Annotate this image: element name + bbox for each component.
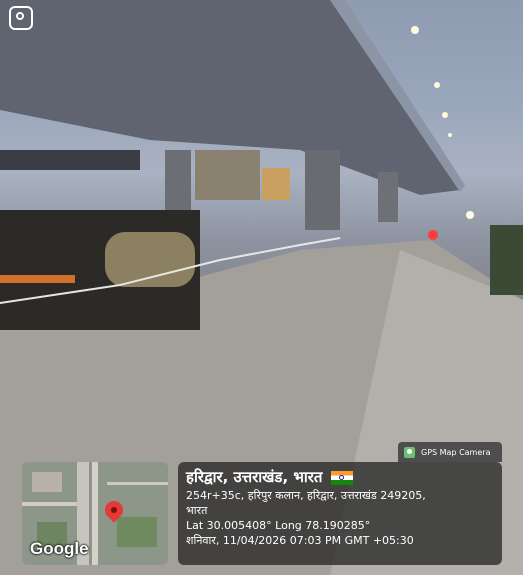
india-flag-icon bbox=[330, 470, 353, 485]
trees bbox=[490, 225, 523, 295]
google-logo: Google bbox=[30, 539, 89, 558]
street-light bbox=[411, 26, 419, 34]
datetime: शनिवार, 11/04/2026 07:03 PM GMT +05:30 bbox=[186, 534, 414, 547]
street-light bbox=[434, 82, 440, 88]
roller-drum bbox=[105, 232, 195, 287]
building bbox=[195, 150, 260, 200]
street-light bbox=[442, 112, 448, 118]
vehicle-taillight bbox=[428, 230, 438, 240]
camera-toggle-icon[interactable] bbox=[9, 6, 33, 30]
gps-map-camera-badge: GPS Map Camera bbox=[398, 442, 502, 462]
street-light bbox=[448, 133, 452, 137]
headlight bbox=[466, 211, 474, 219]
coordinates: Lat 30.005408° Long 78.190285° bbox=[186, 519, 371, 532]
pillar bbox=[165, 150, 191, 220]
pillar bbox=[378, 172, 398, 222]
address-line-2: भारत bbox=[186, 504, 208, 517]
shelter-roof bbox=[0, 150, 140, 170]
gps-map-camera-label: GPS Map Camera bbox=[421, 447, 491, 457]
building-lit bbox=[262, 168, 290, 200]
gps-map-camera-icon bbox=[404, 446, 415, 458]
map-thumbnail: Google bbox=[22, 462, 168, 565]
camera-photo: GPS Map Camera Google हरिद्वार, उत्तराखं… bbox=[0, 0, 523, 575]
roller-light-strip bbox=[0, 275, 75, 283]
location-title: हरिद्वार, उत्तराखंड, भारत bbox=[186, 468, 323, 486]
address-line-1: 254r+35c, हरिपुर कलान, हरिद्वार, उत्तराख… bbox=[186, 489, 426, 502]
location-info-panel: हरिद्वार, उत्तराखंड, भारत 254r+35c, हरिप… bbox=[178, 462, 502, 565]
pillar bbox=[305, 150, 340, 230]
